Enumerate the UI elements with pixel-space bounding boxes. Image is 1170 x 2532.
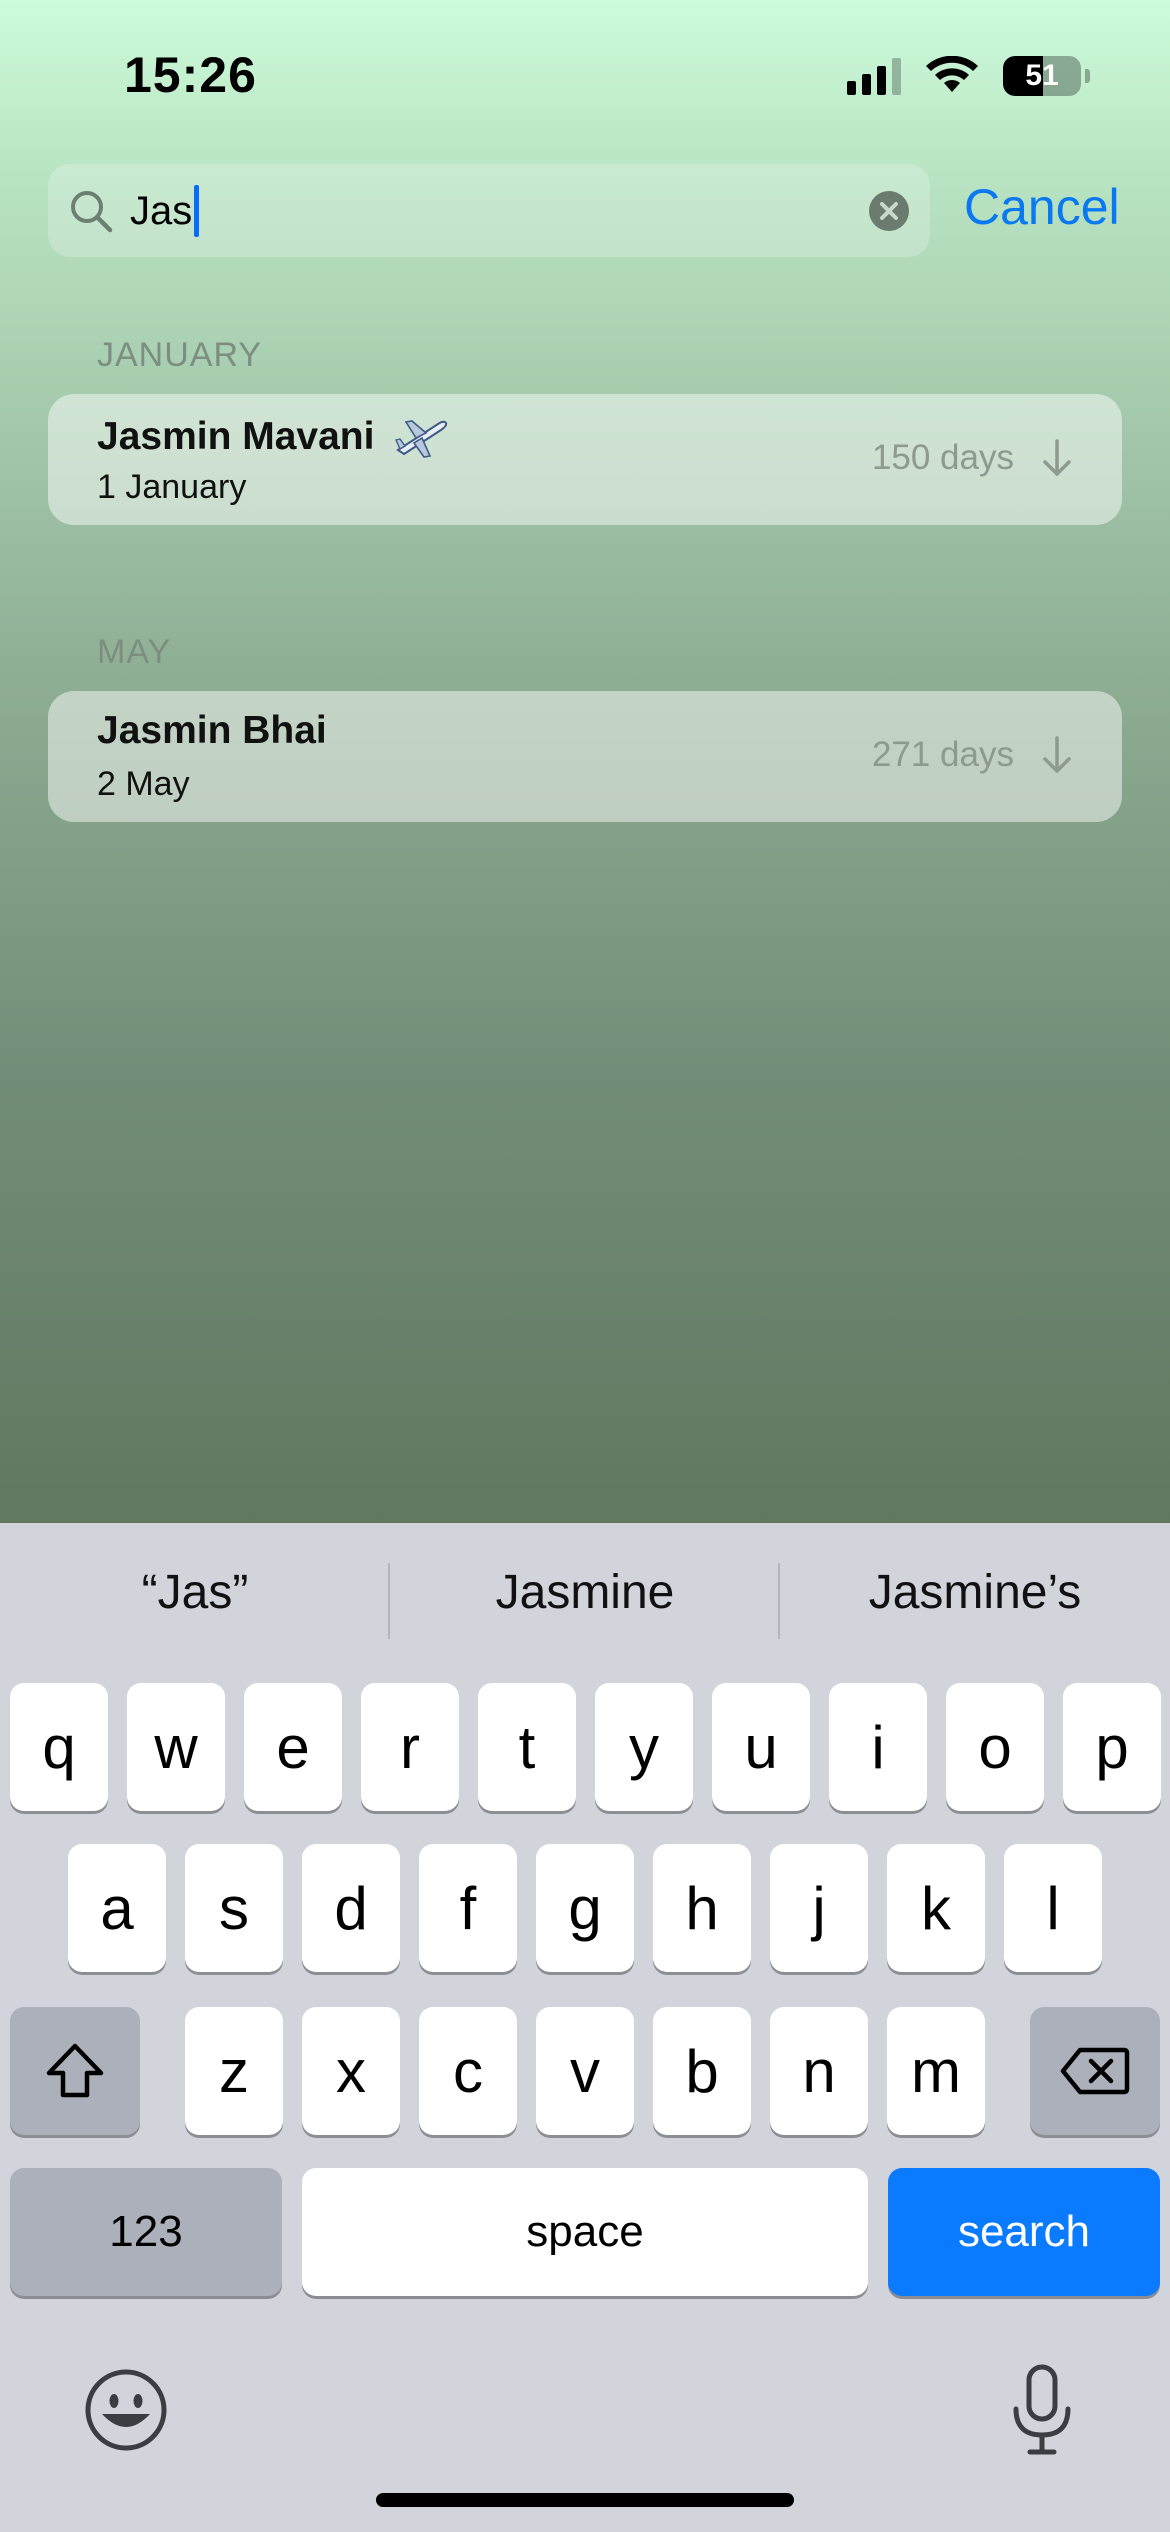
birthday-row-jasmin-mavani[interactable]: Jasmin Mavani 1 January 150 days <box>48 394 1122 525</box>
row-name-container: Jasmin Mavani <box>97 412 448 462</box>
key-m[interactable]: m <box>887 2007 985 2135</box>
key-a[interactable]: a <box>68 1844 166 1972</box>
cancel-button[interactable]: Cancel <box>964 178 1120 236</box>
status-time: 15:26 <box>124 47 257 103</box>
shift-arrow-icon <box>46 2043 104 2098</box>
suggestion-1[interactable]: “Jas” <box>0 1565 390 1620</box>
key-l[interactable]: l <box>1004 1844 1102 1972</box>
microphone-icon[interactable] <box>1010 2363 1074 2457</box>
key-b[interactable]: b <box>653 2007 751 2135</box>
key-p[interactable]: p <box>1063 1683 1161 1811</box>
search-bar[interactable]: Jas <box>48 164 930 257</box>
search-key[interactable]: search <box>888 2168 1160 2296</box>
search-icon <box>71 191 113 233</box>
search-query: Jas <box>130 188 193 233</box>
row-date: 1 January <box>97 468 247 506</box>
row-date: 2 May <box>97 765 190 803</box>
key-e[interactable]: e <box>244 1683 342 1811</box>
key-x[interactable]: x <box>302 2007 400 2135</box>
key-f[interactable]: f <box>419 1844 517 1972</box>
section-header-may: MAY <box>97 633 172 671</box>
search-input[interactable]: Jas <box>130 182 200 240</box>
arrow-down-icon <box>1043 736 1071 773</box>
battery-tip <box>1085 69 1090 83</box>
key-h[interactable]: h <box>653 1844 751 1972</box>
key-y[interactable]: y <box>595 1683 693 1811</box>
key-c[interactable]: c <box>419 2007 517 2135</box>
key-i[interactable]: i <box>829 1683 927 1811</box>
key-v[interactable]: v <box>536 2007 634 2135</box>
suggestion-2[interactable]: Jasmine <box>390 1565 780 1620</box>
numbers-key[interactable]: 123 <box>10 2168 282 2296</box>
key-u[interactable]: u <box>712 1683 810 1811</box>
row-name: Jasmin Bhai <box>97 709 327 752</box>
cellular-signal-icon <box>847 57 901 95</box>
key-z[interactable]: z <box>185 2007 283 2135</box>
search-screen: 15:26 51 Jas Cancel JANUARY Jasmin Mavan… <box>0 0 1170 1523</box>
key-q[interactable]: q <box>10 1683 108 1811</box>
suggestion-3[interactable]: Jasmine’s <box>780 1565 1170 1620</box>
key-o[interactable]: o <box>946 1683 1044 1811</box>
backspace-icon <box>1060 2047 1130 2095</box>
key-k[interactable]: k <box>887 1844 985 1972</box>
row-days-count: 271 days <box>871 735 1014 774</box>
keyboard: “Jas” Jasmine Jasmine’s q w e r t y u i … <box>0 1523 1170 2532</box>
key-d[interactable]: d <box>302 1844 400 1972</box>
key-t[interactable]: t <box>478 1683 576 1811</box>
home-indicator[interactable] <box>376 2493 794 2507</box>
key-j[interactable]: j <box>770 1844 868 1972</box>
space-key[interactable]: space <box>302 2168 868 2296</box>
birthday-row-jasmin-bhai[interactable]: Jasmin Bhai 2 May 271 days <box>48 691 1122 822</box>
arrow-down-icon <box>1043 439 1071 476</box>
row-days-count: 150 days <box>871 438 1014 477</box>
section-header-january: JANUARY <box>97 336 263 374</box>
wifi-icon <box>926 56 978 92</box>
battery-percentage: 51 <box>1025 59 1059 92</box>
row-name: Jasmin Mavani <box>97 415 375 458</box>
shift-key[interactable] <box>10 2007 140 2135</box>
status-icons: 51 <box>847 56 1090 96</box>
airplane-icon <box>395 420 448 458</box>
clear-search-icon[interactable] <box>868 190 910 232</box>
battery-icon: 51 <box>1003 56 1081 96</box>
key-s[interactable]: s <box>185 1844 283 1972</box>
text-caret <box>194 185 200 237</box>
suggestion-bar: “Jas” Jasmine Jasmine’s <box>0 1523 1170 1676</box>
delete-key[interactable] <box>1030 2007 1160 2135</box>
emoji-icon[interactable] <box>84 2368 168 2452</box>
key-g[interactable]: g <box>536 1844 634 1972</box>
key-n[interactable]: n <box>770 2007 868 2135</box>
key-w[interactable]: w <box>127 1683 225 1811</box>
key-r[interactable]: r <box>361 1683 459 1811</box>
